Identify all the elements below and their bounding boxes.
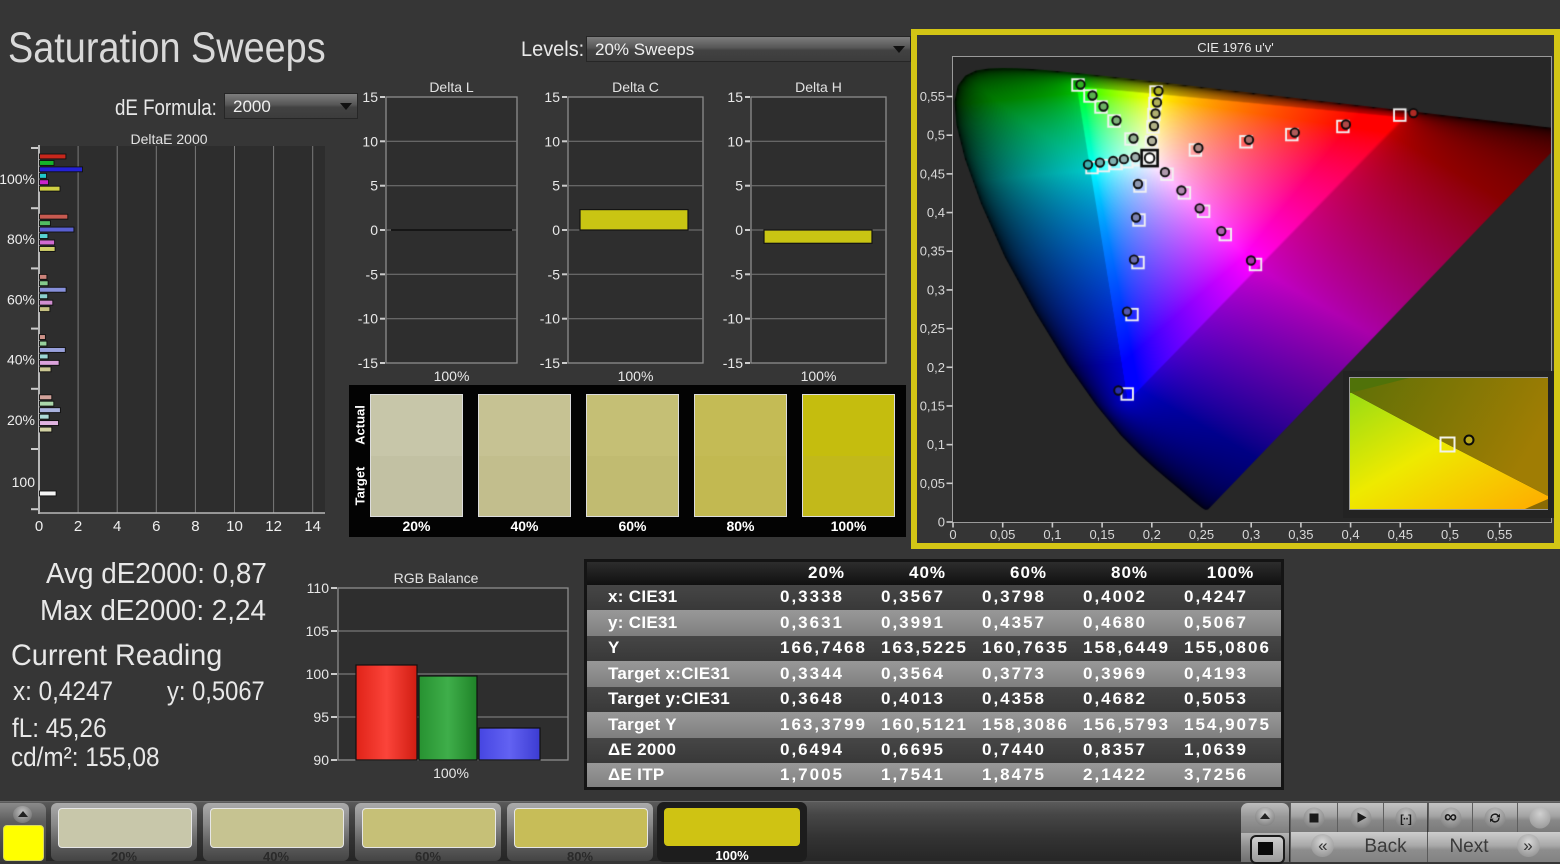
svg-text:60%: 60%: [7, 291, 35, 307]
svg-text:0,05: 0,05: [920, 476, 945, 491]
svg-text:100%: 100%: [434, 368, 470, 384]
svg-text:DeltaE 2000: DeltaE 2000: [130, 131, 207, 147]
svg-text:0,35: 0,35: [1288, 527, 1313, 542]
svg-text:100%: 100%: [433, 765, 469, 781]
svg-text:80%: 80%: [7, 231, 35, 247]
svg-text:0,2: 0,2: [1143, 527, 1161, 542]
svg-text:0,1: 0,1: [1043, 527, 1061, 542]
svg-text:0: 0: [735, 222, 743, 238]
svg-text:10: 10: [727, 133, 743, 149]
svg-text:0,45: 0,45: [1388, 527, 1413, 542]
svg-text:100: 100: [306, 666, 330, 682]
svg-text:8: 8: [191, 518, 199, 535]
svg-text:RGB Balance: RGB Balance: [394, 570, 479, 586]
svg-text:0,15: 0,15: [1089, 527, 1114, 542]
svg-text:0,55: 0,55: [920, 89, 945, 104]
svg-text:2: 2: [74, 518, 82, 535]
svg-text:20%: 20%: [7, 412, 35, 428]
svg-text:0,5: 0,5: [927, 128, 945, 143]
svg-text:0,55: 0,55: [1487, 527, 1512, 542]
svg-text:15: 15: [544, 89, 560, 105]
svg-text:90: 90: [313, 752, 329, 768]
svg-text:-5: -5: [366, 266, 379, 282]
svg-text:0,3: 0,3: [927, 282, 945, 297]
svg-text:Delta C: Delta C: [612, 79, 659, 95]
svg-text:-10: -10: [540, 311, 560, 327]
svg-text:95: 95: [313, 709, 329, 725]
svg-text:-10: -10: [723, 311, 743, 327]
svg-text:100: 100: [12, 474, 36, 490]
svg-text:0,45: 0,45: [920, 166, 945, 181]
svg-text:5: 5: [370, 178, 378, 194]
svg-text:-15: -15: [540, 355, 560, 371]
svg-text:0,15: 0,15: [920, 398, 945, 413]
svg-text:0,1: 0,1: [927, 437, 945, 452]
svg-text:14: 14: [304, 518, 321, 535]
svg-text:-5: -5: [548, 266, 561, 282]
svg-text:10: 10: [362, 133, 378, 149]
svg-text:0,2: 0,2: [927, 360, 945, 375]
svg-text:0: 0: [35, 518, 43, 535]
svg-text:5: 5: [552, 178, 560, 194]
svg-text:10: 10: [544, 133, 560, 149]
svg-text:Delta H: Delta H: [795, 79, 842, 95]
svg-text:0,5: 0,5: [1441, 527, 1459, 542]
svg-text:-15: -15: [723, 355, 743, 371]
svg-text:0,4: 0,4: [927, 205, 945, 220]
svg-text:4: 4: [113, 518, 121, 535]
svg-text:100%: 100%: [0, 171, 35, 187]
svg-text:12: 12: [265, 518, 282, 535]
svg-text:100%: 100%: [618, 368, 654, 384]
svg-text:0: 0: [938, 515, 945, 530]
svg-text:5: 5: [735, 178, 743, 194]
svg-text:105: 105: [306, 623, 330, 639]
svg-text:0: 0: [949, 527, 956, 542]
svg-text:15: 15: [362, 89, 378, 105]
svg-text:0,25: 0,25: [1189, 527, 1214, 542]
svg-text:0,3: 0,3: [1242, 527, 1260, 542]
svg-text:10: 10: [226, 518, 243, 535]
svg-text:0: 0: [370, 222, 378, 238]
svg-text:-10: -10: [358, 311, 378, 327]
svg-text:110: 110: [307, 580, 330, 596]
svg-text:Delta L: Delta L: [429, 79, 474, 95]
svg-text:0,05: 0,05: [990, 527, 1015, 542]
svg-text:40%: 40%: [7, 352, 35, 368]
svg-text:6: 6: [152, 518, 160, 535]
svg-text:0: 0: [552, 222, 560, 238]
svg-text:100%: 100%: [801, 368, 837, 384]
svg-text:0,25: 0,25: [920, 321, 945, 336]
svg-text:15: 15: [727, 89, 743, 105]
svg-text:-15: -15: [358, 355, 378, 371]
svg-text:0,4: 0,4: [1342, 527, 1360, 542]
svg-text:0,35: 0,35: [920, 244, 945, 259]
svg-text:-5: -5: [731, 266, 744, 282]
